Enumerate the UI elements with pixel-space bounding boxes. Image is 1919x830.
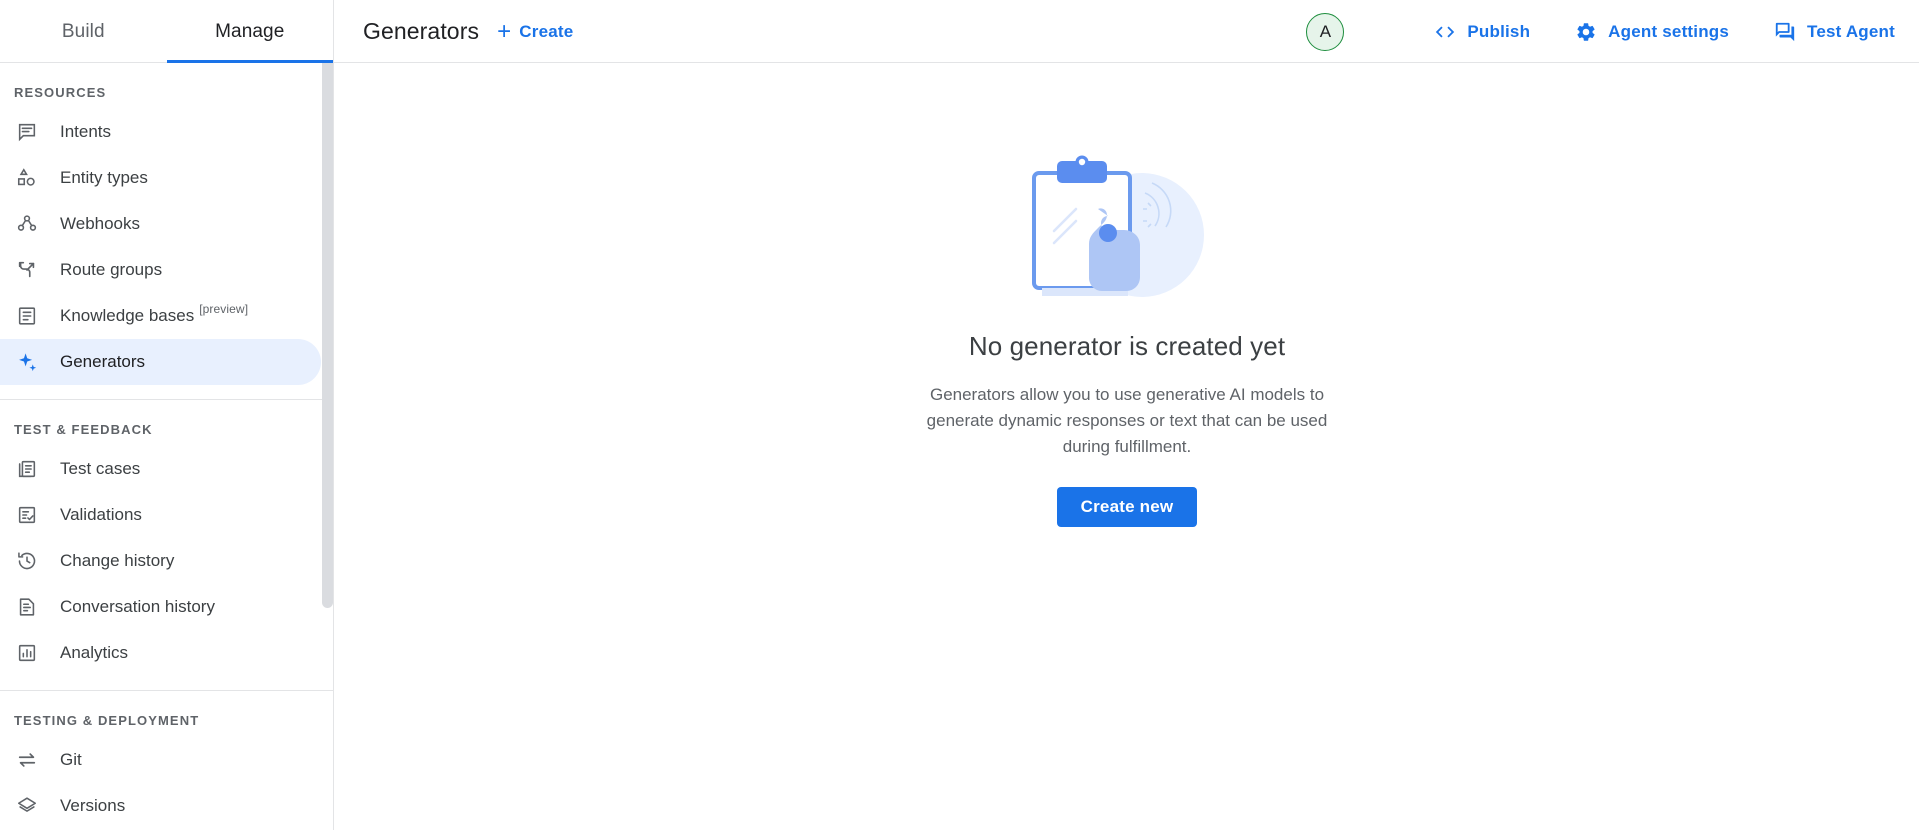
versions-icon — [14, 793, 40, 819]
top-bar-actions: A Publish Agent settings — [1306, 0, 1919, 63]
sidebar-item-label: Knowledge bases — [60, 306, 194, 326]
top-bar: Build Manage Generators + Create A Publi… — [0, 0, 1919, 63]
webhooks-icon — [14, 211, 40, 237]
sidebar-scrollbar[interactable] — [322, 63, 333, 608]
create-new-button[interactable]: Create new — [1057, 487, 1198, 527]
sidebar-item-versions[interactable]: Versions — [0, 783, 321, 829]
sidebar-item-label: Webhooks — [60, 214, 140, 234]
sidebar-item-test-cases[interactable]: Test cases — [0, 446, 321, 492]
sidebar-item-change-history[interactable]: Change history — [0, 538, 321, 584]
chat-forum-icon — [1774, 21, 1796, 43]
sidebar-item-webhooks[interactable]: Webhooks — [0, 201, 321, 247]
entity-types-icon — [14, 165, 40, 191]
generators-sparkle-icon — [14, 349, 40, 375]
agent-settings-label: Agent settings — [1608, 22, 1729, 42]
mode-tabs: Build Manage — [0, 0, 334, 63]
code-icon — [1434, 21, 1456, 43]
sidebar-item-intents[interactable]: Intents — [0, 109, 321, 155]
sidebar-item-label: Generators — [60, 352, 145, 372]
sidebar-item-analytics[interactable]: Analytics — [0, 630, 321, 676]
sidebar-item-validations[interactable]: Validations — [0, 492, 321, 538]
create-link[interactable]: + Create — [497, 20, 573, 44]
git-icon — [14, 747, 40, 773]
intents-icon — [14, 119, 40, 145]
tab-manage[interactable]: Manage — [167, 0, 334, 63]
sidebar-item-label: Intents — [60, 122, 111, 142]
sidebar-item-label: Analytics — [60, 643, 128, 663]
plus-icon: + — [497, 20, 511, 44]
page-title: Generators — [363, 18, 479, 45]
sidebar-item-entity-types[interactable]: Entity types — [0, 155, 321, 201]
sidebar-item-route-groups[interactable]: Route groups — [0, 247, 321, 293]
sidebar-item-git[interactable]: Git — [0, 737, 321, 783]
sidebar-section-test-feedback-label: TEST & FEEDBACK — [0, 400, 333, 446]
sidebar-item-generators[interactable]: Generators — [0, 339, 321, 385]
publish-label: Publish — [1467, 22, 1530, 42]
sidebar: RESOURCES Intents Entity types — [0, 63, 334, 830]
validations-icon — [14, 502, 40, 528]
sidebar-item-conversation-history[interactable]: Conversation history — [0, 584, 321, 630]
main-content: No generator is created yet Generators a… — [335, 63, 1919, 830]
route-groups-icon — [14, 257, 40, 283]
sidebar-item-label: Route groups — [60, 260, 162, 280]
empty-state-description: Generators allow you to use generative A… — [912, 382, 1342, 460]
sidebar-item-label: Validations — [60, 505, 142, 525]
tab-build[interactable]: Build — [0, 0, 167, 63]
avatar[interactable]: A — [1306, 13, 1344, 51]
conversation-history-icon — [14, 594, 40, 620]
sidebar-section-testing-deployment-label: TESTING & DEPLOYMENT — [0, 691, 333, 737]
empty-state-title: No generator is created yet — [969, 331, 1285, 362]
sidebar-item-knowledge-bases[interactable]: Knowledge bases [preview] — [0, 293, 321, 339]
empty-state: No generator is created yet Generators a… — [335, 147, 1919, 527]
sidebar-item-label: Test cases — [60, 459, 140, 479]
sidebar-item-label: Change history — [60, 551, 174, 571]
preview-badge: [preview] — [199, 302, 248, 316]
test-cases-icon — [14, 456, 40, 482]
test-agent-button[interactable]: Test Agent — [1774, 21, 1895, 43]
sidebar-item-label: Git — [60, 750, 82, 770]
sidebar-section-resources-label: RESOURCES — [0, 63, 333, 109]
sidebar-item-label: Conversation history — [60, 597, 215, 617]
gear-icon — [1575, 21, 1597, 43]
create-link-label: Create — [519, 22, 573, 42]
change-history-icon — [14, 548, 40, 574]
page-header: Generators + Create — [334, 0, 573, 63]
sidebar-item-label: Versions — [60, 796, 125, 816]
sidebar-item-label: Entity types — [60, 168, 148, 188]
clipboard-hand-illustration — [1012, 147, 1242, 307]
knowledge-bases-icon — [14, 303, 40, 329]
agent-settings-button[interactable]: Agent settings — [1575, 21, 1729, 43]
analytics-icon — [14, 640, 40, 666]
publish-button[interactable]: Publish — [1434, 21, 1530, 43]
test-agent-label: Test Agent — [1807, 22, 1895, 42]
